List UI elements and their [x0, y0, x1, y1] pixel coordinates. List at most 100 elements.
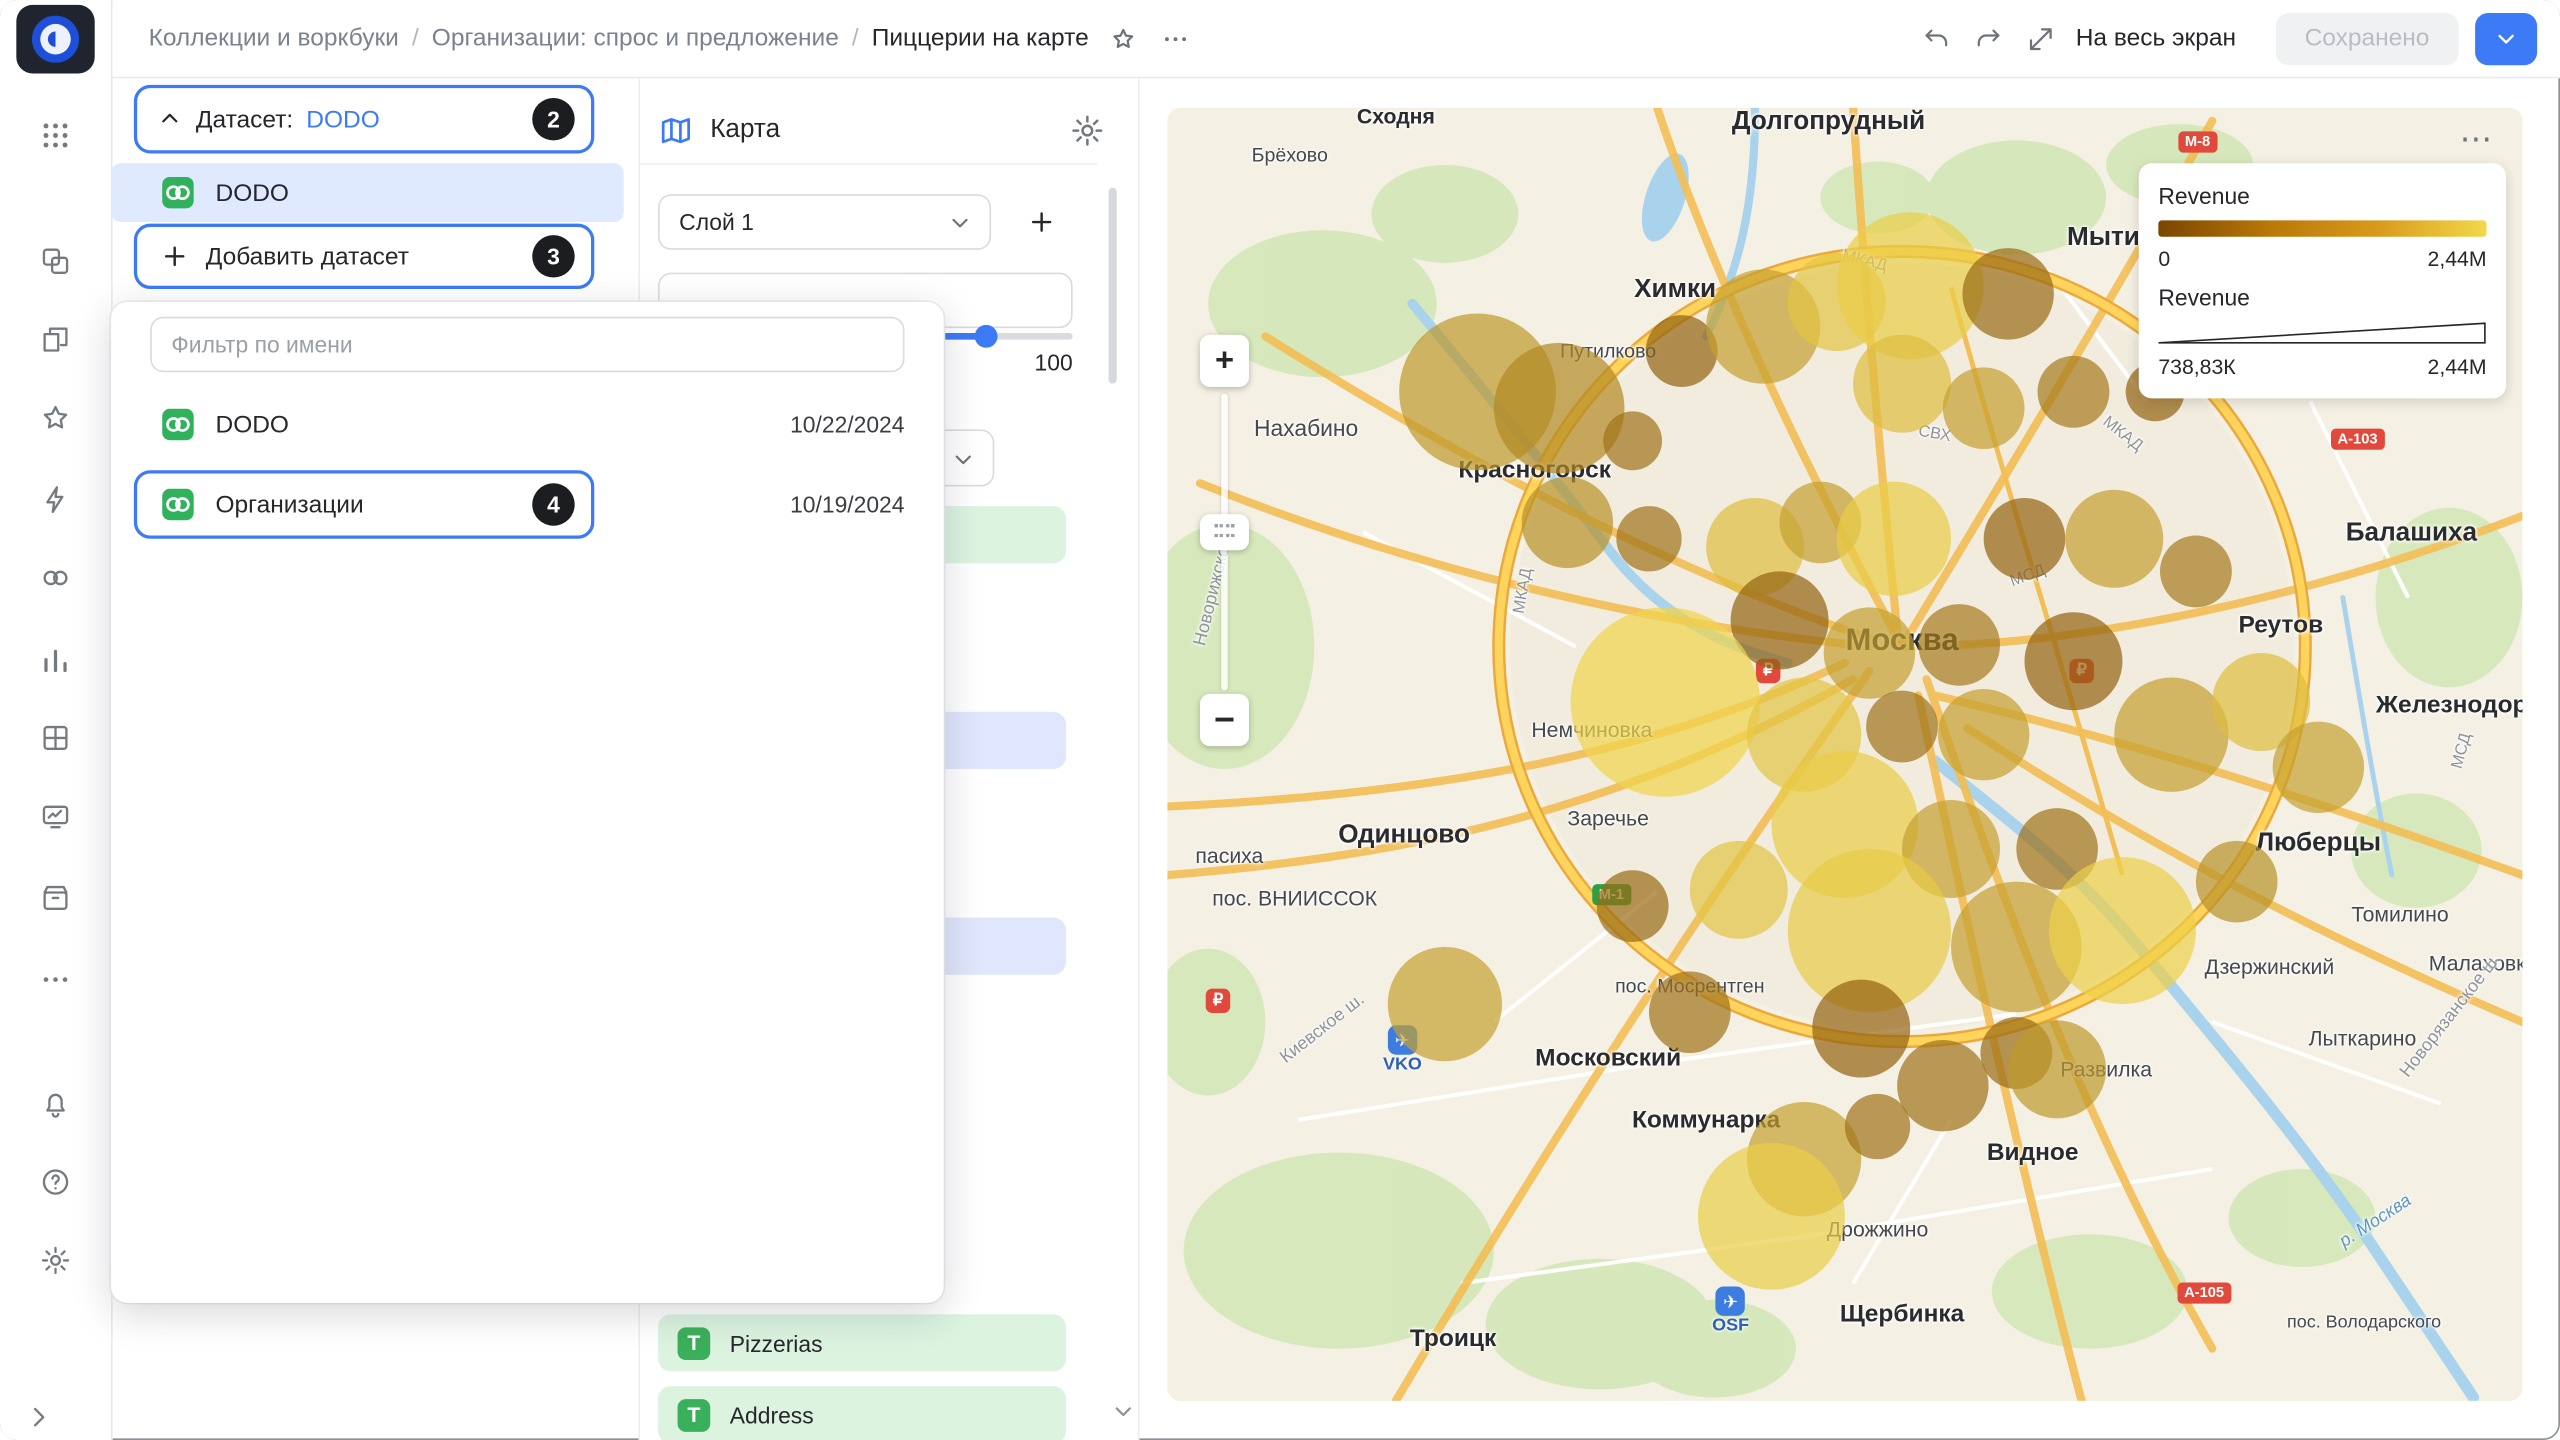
charts-icon[interactable]	[39, 643, 72, 676]
revenue-bubble[interactable]	[2049, 857, 2196, 1004]
breadcrumb-item[interactable]: Организации: спрос и предложение	[432, 24, 839, 52]
chevron-down-icon	[950, 445, 976, 471]
undo-icon[interactable]	[1919, 20, 1955, 56]
revenue-bubble[interactable]	[1897, 1040, 1988, 1131]
dataset-value[interactable]: DODO	[306, 105, 379, 133]
settings-gear-icon[interactable]	[39, 1244, 72, 1277]
dataset-selector[interactable]: Датасет: DODO 2	[134, 85, 594, 154]
favorite-star-icon[interactable]	[1105, 20, 1141, 56]
chart-settings-header: Карта	[658, 101, 1105, 160]
legend-color-max: 2,44M	[2428, 247, 2487, 271]
revenue-bubble[interactable]	[1938, 689, 2029, 780]
chevron-down-icon	[947, 209, 973, 235]
favorites-star-icon[interactable]	[39, 402, 72, 435]
more-actions-icon[interactable]	[1157, 20, 1193, 56]
more-icon[interactable]	[39, 963, 72, 996]
revenue-bubble[interactable]	[1616, 506, 1681, 571]
map-more-icon[interactable]: ⋯	[2454, 127, 2500, 160]
apps-grid-icon[interactable]	[39, 119, 72, 152]
field-chip-pizzerias[interactable]: T Pizzerias	[658, 1314, 1066, 1371]
dataset-dropdown-item-org-highlight[interactable]: Организации 4	[134, 470, 594, 539]
app-window: Коллекции и воркбуки/Организации: спрос …	[0, 0, 2560, 1440]
dataset-filter-input[interactable]	[150, 317, 904, 373]
revenue-bubble[interactable]	[1603, 411, 1662, 470]
revenue-bubble[interactable]	[1571, 607, 1760, 796]
dataset-list-item-selected[interactable]: DODO	[111, 163, 624, 222]
add-dataset-button[interactable]: Добавить датасет 3	[134, 224, 594, 289]
dataset-icon	[160, 175, 196, 211]
save-menu-button[interactable]	[2475, 12, 2537, 64]
add-layer-button[interactable]	[1014, 194, 1070, 250]
revenue-bubble[interactable]	[1824, 607, 1915, 698]
help-icon[interactable]	[39, 1166, 72, 1199]
editor-lightning-icon[interactable]	[39, 483, 72, 516]
datasets-icon[interactable]	[39, 562, 72, 595]
redo-icon[interactable]	[1971, 20, 2007, 56]
revenue-bubble[interactable]	[1984, 498, 2066, 580]
revenue-bubble[interactable]	[1690, 841, 1788, 939]
add-dataset-label: Добавить датасет	[206, 242, 409, 270]
revenue-bubble[interactable]	[1962, 248, 2053, 339]
fullscreen-icon[interactable]	[2023, 20, 2059, 56]
legend-size-wedge	[2158, 322, 2486, 345]
revenue-bubble[interactable]	[1918, 604, 2000, 686]
dataset-dropdown: DODO 10/22/2024 10/19/2024 Организации 4	[111, 302, 944, 1303]
notifications-bell-icon[interactable]	[39, 1087, 72, 1120]
field-chip-address[interactable]: T Address	[658, 1386, 1066, 1440]
dataset-item-label: DODO	[216, 179, 289, 207]
zoom-slider-handle[interactable]	[1200, 514, 1249, 550]
revenue-bubble[interactable]	[2024, 612, 2122, 710]
revenue-bubble[interactable]	[1494, 343, 1625, 474]
revenue-bubble[interactable]	[1649, 971, 1731, 1053]
revenue-bubble[interactable]	[2114, 678, 2228, 792]
settings-scrollbar-thumb[interactable]	[1109, 188, 1117, 384]
legend-size-max: 2,44M	[2428, 354, 2487, 378]
revenue-bubble[interactable]	[1853, 335, 1951, 433]
revenue-bubble[interactable]	[1866, 691, 1938, 763]
revenue-bubble[interactable]	[2273, 722, 2364, 813]
field-chip-label: Address	[730, 1402, 814, 1428]
collections-icon[interactable]	[39, 245, 72, 278]
revenue-bubble[interactable]	[2196, 841, 2278, 923]
dashboards-icon[interactable]	[39, 722, 72, 755]
revenue-bubble[interactable]	[1943, 367, 2025, 449]
revenue-bubble[interactable]	[2038, 356, 2110, 428]
expand-panel-icon[interactable]	[23, 1401, 56, 1434]
revenue-bubble[interactable]	[1837, 482, 1951, 596]
scroll-down-chevron-icon[interactable]	[1110, 1398, 1136, 1424]
workbooks-icon[interactable]	[39, 323, 72, 356]
slider-knob[interactable]	[975, 325, 998, 348]
zoom-in-button[interactable]: +	[1200, 335, 1249, 387]
zoom-out-button[interactable]: −	[1200, 694, 1249, 746]
revenue-bubble[interactable]	[1522, 477, 1613, 568]
breadcrumb-item[interactable]: Пиццерии на карте	[872, 24, 1089, 52]
chart-settings-gear-icon[interactable]	[1069, 113, 1105, 149]
fullscreen-label[interactable]: На весь экран	[2076, 24, 2236, 52]
revenue-bubble[interactable]	[1597, 870, 1669, 942]
revenue-bubble[interactable]	[2160, 536, 2232, 608]
breadcrumb-item[interactable]: Коллекции и воркбуки	[149, 24, 399, 52]
revenue-bubble[interactable]	[1388, 947, 1502, 1061]
revenue-bubble[interactable]	[1698, 1143, 1845, 1290]
revenue-bubble[interactable]	[1845, 1094, 1910, 1159]
legend-color-title: Revenue	[2158, 183, 2486, 209]
dataset-item-date: 10/19/2024	[790, 491, 904, 517]
storage-icon[interactable]	[39, 882, 72, 915]
saved-button[interactable]: Сохранено	[2275, 12, 2459, 64]
monitoring-icon[interactable]	[39, 800, 72, 833]
slider-max-value: 100	[958, 349, 1072, 375]
layer-select[interactable]: Слой 1	[658, 194, 991, 250]
revenue-bubble[interactable]	[2008, 1020, 2106, 1118]
legend-size-title: Revenue	[2158, 284, 2486, 310]
map-legend: Revenue 0 2,44M Revenue 738,83К 2,44M	[2139, 163, 2506, 398]
top-bar: Коллекции и воркбуки/Организации: спрос …	[113, 0, 2560, 78]
dataset-dropdown-item-dodo[interactable]: DODO 10/22/2024	[111, 390, 944, 459]
dataset-item-name: Организации	[216, 491, 364, 519]
datalens-logo[interactable]	[16, 5, 94, 74]
step-badge-2: 2	[532, 98, 574, 140]
map-chart-icon	[658, 113, 694, 149]
revenue-bubble[interactable]	[1812, 980, 1910, 1078]
map-chart[interactable]: СходняДолгопрудныйБрёховоМытищиХимкиПути…	[1167, 108, 2522, 1401]
revenue-bubble[interactable]	[2065, 490, 2163, 588]
layer-select-value: Слой 1	[679, 209, 754, 235]
